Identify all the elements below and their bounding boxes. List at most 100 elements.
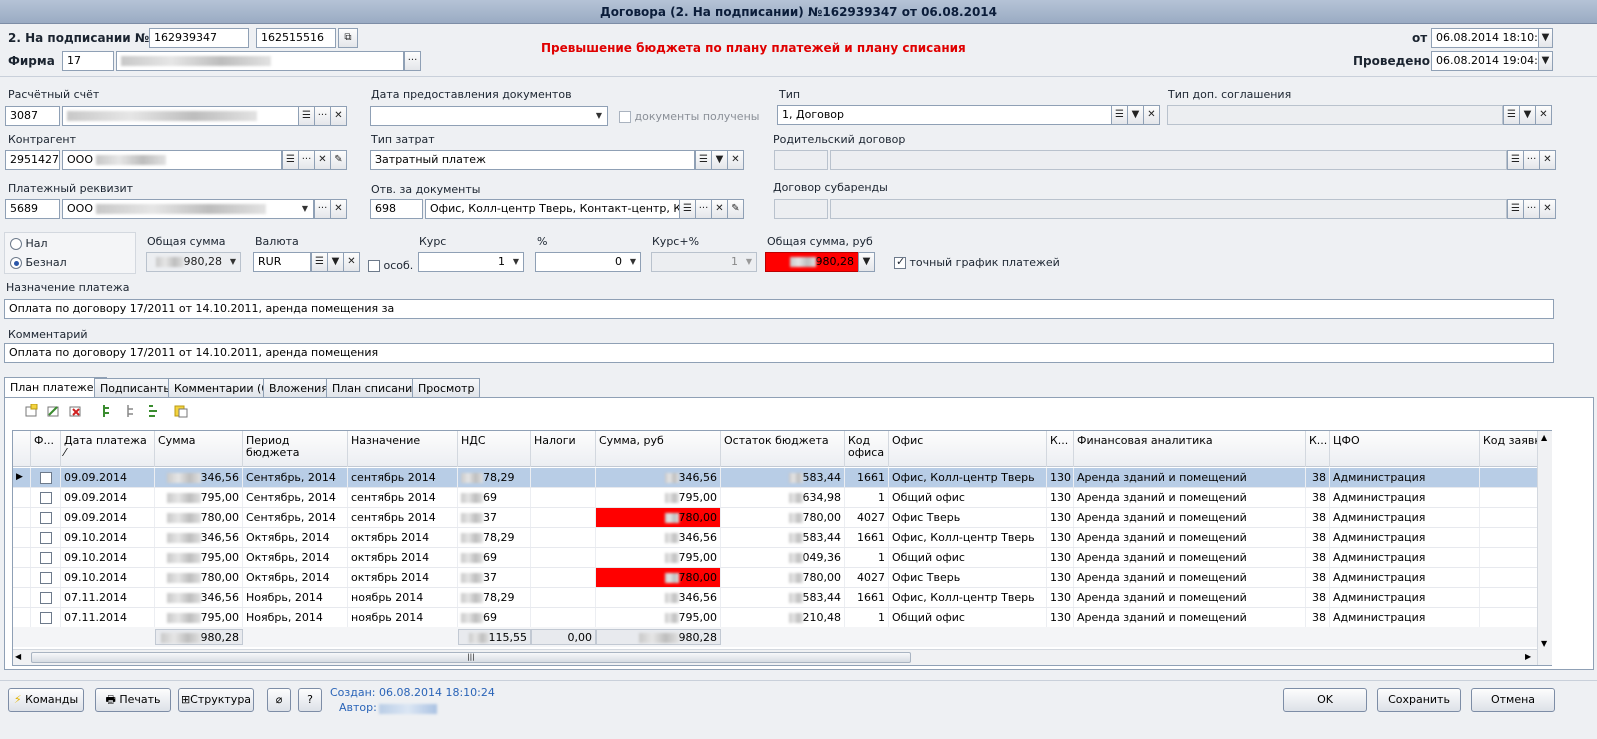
cell-rest[interactable]: 634,98 <box>721 488 845 507</box>
cell-analytics[interactable]: Аренда зданий и помещений <box>1074 588 1306 607</box>
from-date-input[interactable]: 06.08.2014 18:10:24 <box>1431 28 1539 48</box>
cell-purpose[interactable]: сентябрь 2014 <box>348 508 458 527</box>
cell-k1[interactable]: 130 <box>1047 608 1074 627</box>
cell-sum-rub[interactable]: 346,56 <box>596 588 721 607</box>
cell-k2[interactable]: 38 <box>1306 488 1330 507</box>
cell-office-code[interactable]: 4027 <box>845 508 889 527</box>
cell-purpose[interactable]: ноябрь 2014 <box>348 608 458 627</box>
cell-period[interactable]: Сентябрь, 2014 <box>243 488 348 507</box>
cell-rest[interactable]: 583,44 <box>721 468 845 487</box>
cell-vat[interactable]: 78,29 <box>458 468 531 487</box>
cell-sum[interactable]: 346,56 <box>155 588 243 607</box>
row-indicator[interactable] <box>13 588 31 607</box>
cell-cfo[interactable]: Администрация <box>1330 488 1480 507</box>
cell-office[interactable]: Общий офис <box>889 608 1047 627</box>
close-icon[interactable]: ✕ <box>1539 199 1556 219</box>
cell-k1[interactable]: 130 <box>1047 508 1074 527</box>
table-row[interactable]: 09.10.2014 795,00 Октябрь, 2014 октябрь 201… <box>13 548 1551 568</box>
comment-input[interactable]: Оплата по договору 17/2011 от 14.10.2011… <box>4 343 1554 363</box>
firm-name-input[interactable] <box>116 51 404 71</box>
close-icon[interactable]: ✕ <box>1535 105 1552 125</box>
chevron-down-icon[interactable]: ▼ <box>1127 105 1144 125</box>
tab-preview[interactable]: Просмотр <box>412 378 481 398</box>
list-icon[interactable]: ☰ <box>282 150 299 170</box>
cell-sum[interactable]: 795,00 <box>155 488 243 507</box>
cell-k1[interactable]: 130 <box>1047 528 1074 547</box>
sublease-input[interactable] <box>830 199 1507 219</box>
chevron-down-icon[interactable]: ▼ <box>509 253 523 271</box>
commands-button[interactable]: ⚡ Команды <box>8 688 84 712</box>
firm-select-button[interactable]: ··· <box>404 51 421 71</box>
vertical-scrollbar[interactable]: ▲ ▼ <box>1537 431 1552 665</box>
cell-k2[interactable]: 38 <box>1306 548 1330 567</box>
row-checkbox[interactable] <box>31 568 61 587</box>
type-input[interactable]: 1, Договор <box>777 105 1112 125</box>
cell-sum-rub[interactable]: 780,00 <box>596 568 721 587</box>
cell-rest[interactable]: 583,44 <box>721 528 845 547</box>
table-row[interactable]: 09.10.2014 780,00 Октябрь, 2014 октябрь 201… <box>13 568 1551 588</box>
layout-icon[interactable] <box>174 404 188 418</box>
row-indicator[interactable] <box>13 548 31 567</box>
group-icon[interactable] <box>146 404 160 418</box>
account-name-input[interactable] <box>62 106 314 126</box>
cell-k2[interactable]: 38 <box>1306 568 1330 587</box>
cell-rest[interactable]: 780,00 <box>721 568 845 587</box>
list-icon[interactable]: ☰ <box>1507 199 1524 219</box>
cell-k2[interactable]: 38 <box>1306 528 1330 547</box>
tree-icon[interactable] <box>124 404 138 418</box>
cell-taxes[interactable] <box>531 488 596 507</box>
scroll-up-icon[interactable]: ▲ <box>1541 433 1547 442</box>
cell-office[interactable]: Офис, Колл-центр Тверь <box>889 468 1047 487</box>
cell-cfo[interactable]: Администрация <box>1330 588 1480 607</box>
cell-analytics[interactable]: Аренда зданий и помещений <box>1074 608 1306 627</box>
attachment-button[interactable]: ⌀ <box>267 688 291 712</box>
cancel-button[interactable]: Отмена <box>1471 688 1555 712</box>
cell-vat[interactable]: 37 <box>458 568 531 587</box>
cash-radio[interactable]: Нал <box>10 237 48 250</box>
cell-date[interactable]: 09.10.2014 <box>61 548 155 567</box>
cell-rest[interactable]: 210,48 <box>721 608 845 627</box>
resp-code-input[interactable]: 698 <box>370 199 423 219</box>
currency-input[interactable]: RUR <box>253 252 311 272</box>
cell-purpose[interactable]: сентябрь 2014 <box>348 488 458 507</box>
cell-analytics[interactable]: Аренда зданий и помещений <box>1074 568 1306 587</box>
chevron-down-icon[interactable]: ▼ <box>298 200 312 218</box>
cell-taxes[interactable] <box>531 588 596 607</box>
scroll-left-icon[interactable]: ◀ <box>15 652 21 661</box>
col-header-k2[interactable]: К... <box>1306 431 1330 467</box>
cell-purpose[interactable]: октябрь 2014 <box>348 548 458 567</box>
row-indicator[interactable] <box>13 608 31 627</box>
payment-req-select-button[interactable]: ··· <box>314 199 331 219</box>
cell-office-code[interactable]: 1661 <box>845 588 889 607</box>
cell-period[interactable]: Октябрь, 2014 <box>243 528 348 547</box>
cell-office[interactable]: Офис Тверь <box>889 568 1047 587</box>
cell-sum-rub[interactable]: 795,00 <box>596 608 721 627</box>
addl-type-input[interactable] <box>1167 105 1503 125</box>
close-icon[interactable]: ✕ <box>343 252 360 272</box>
cell-office[interactable]: Общий офис <box>889 488 1047 507</box>
docs-date-input[interactable] <box>370 106 608 126</box>
cell-date[interactable]: 09.09.2014 <box>61 508 155 527</box>
parent-select-button[interactable]: ··· <box>1523 150 1540 170</box>
cell-date[interactable]: 07.11.2014 <box>61 588 155 607</box>
col-header-k1[interactable]: К... <box>1047 431 1074 467</box>
table-row[interactable]: 09.10.2014 346,56 Октябрь, 2014 октябрь 201… <box>13 528 1551 548</box>
cell-cfo[interactable]: Администрация <box>1330 508 1480 527</box>
cost-type-input[interactable]: Затратный платеж <box>370 150 695 170</box>
cell-cfo[interactable]: Администрация <box>1330 608 1480 627</box>
col-header-vat[interactable]: НДС <box>458 431 531 467</box>
cell-analytics[interactable]: Аренда зданий и помещений <box>1074 508 1306 527</box>
cell-analytics[interactable]: Аренда зданий и помещений <box>1074 488 1306 507</box>
help-button[interactable]: ? <box>298 688 322 712</box>
cell-sum[interactable]: 346,56 <box>155 468 243 487</box>
firm-code-input[interactable]: 17 <box>62 51 114 71</box>
list-icon[interactable]: ☰ <box>311 252 328 272</box>
chevron-down-icon[interactable]: ▼ <box>592 107 606 125</box>
doc-number2-input[interactable]: 162515516 <box>256 28 336 48</box>
cell-office[interactable]: Офис Тверь <box>889 508 1047 527</box>
parent-contract-input[interactable] <box>830 150 1507 170</box>
payment-req-input[interactable]: ООО <box>62 199 314 219</box>
counterparty-select-button[interactable]: ··· <box>298 150 315 170</box>
row-indicator[interactable] <box>13 508 31 527</box>
cell-sum-rub[interactable]: 795,00 <box>596 548 721 567</box>
